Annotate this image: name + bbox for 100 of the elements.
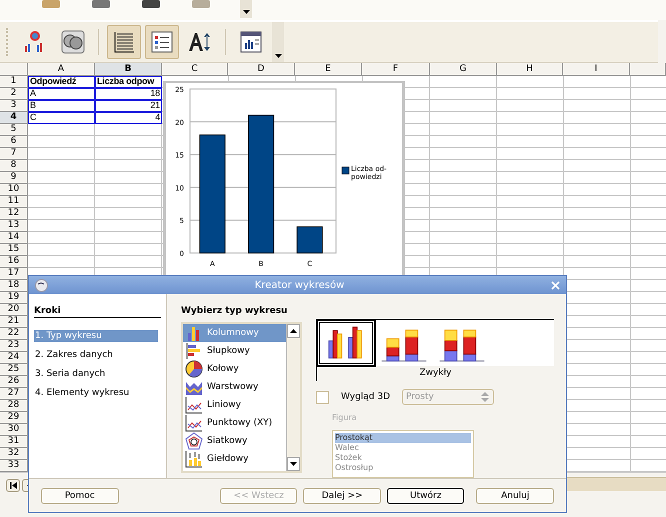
dialog-button[interactable]: Anuluj — [476, 488, 554, 504]
chart-bar — [296, 226, 323, 254]
text-scale-icon — [188, 30, 212, 54]
row-header[interactable]: 13 — [0, 220, 28, 232]
dialog-button[interactable]: Pomoc — [41, 488, 119, 504]
row-header[interactable]: 33 — [0, 460, 28, 472]
stock-chart-icon — [185, 450, 203, 468]
step-item[interactable]: 3. Seria danych — [34, 368, 158, 380]
row-header[interactable]: 24 — [0, 352, 28, 364]
row-header[interactable]: 3 — [0, 100, 28, 112]
column-header[interactable]: A — [28, 63, 95, 76]
column-header[interactable]: G — [430, 63, 497, 76]
first-icon — [10, 482, 16, 489]
chart-type-item[interactable]: Słupkowy — [183, 342, 286, 360]
chart-variant-option[interactable] — [317, 320, 375, 366]
row-header[interactable]: 20 — [0, 304, 28, 316]
overlap-circles-icon — [61, 30, 85, 54]
legend-swatch — [342, 166, 350, 174]
dialog-button[interactable]: Dalej >> — [303, 488, 381, 504]
row-header[interactable]: 17 — [0, 268, 28, 280]
row-header[interactable]: 26 — [0, 376, 28, 388]
row-header[interactable]: 29 — [0, 412, 28, 424]
column-header[interactable]: H — [497, 63, 563, 76]
step-item[interactable]: 4. Elementy wykresu — [34, 387, 158, 400]
column-header[interactable]: C — [162, 63, 228, 76]
toolbar-button[interactable] — [107, 25, 141, 59]
toolbar-icon[interactable] — [140, 0, 162, 10]
select-all-corner[interactable] — [0, 63, 28, 76]
table-cell: B — [28, 100, 95, 112]
table-cell: 21 — [95, 100, 162, 112]
caret-icon — [274, 54, 282, 58]
chart-type-heading: Wybierz typ wykresu — [181, 306, 288, 316]
line-chart-icon — [185, 396, 203, 414]
row-header[interactable]: 22 — [0, 328, 28, 340]
figure-label: Figura — [332, 413, 358, 422]
chart-type-item[interactable]: Liniowy — [183, 396, 286, 414]
chart-type-item[interactable]: Siatkowy — [183, 432, 286, 450]
toolbar-overflow-button[interactable] — [240, 0, 252, 18]
toolbar-overflow-button[interactable] — [272, 22, 284, 62]
caret-icon — [242, 10, 250, 14]
row-header[interactable]: 31 — [0, 436, 28, 448]
column-header[interactable]: B — [95, 63, 162, 76]
row-header[interactable]: 14 — [0, 232, 28, 244]
chart-type-list[interactable]: Kolumnowy Słupkowy Kołowy Warstwowy Liniowy Punktowy (XY) Siatkowy Giełdowy — [181, 322, 302, 474]
chart-data-table-icon — [239, 30, 263, 54]
horizontal-scrollbar[interactable] — [567, 477, 666, 491]
table-cell: A — [28, 88, 95, 100]
row-header[interactable]: 21 — [0, 316, 28, 328]
scroll-up-icon — [290, 329, 297, 334]
bar-chart-icon — [185, 342, 203, 360]
table-cell: Liczba odpow — [95, 76, 162, 88]
variant-caption: Zwykły — [418, 367, 452, 380]
row-header[interactable]: 9 — [0, 172, 28, 184]
row-header[interactable]: 30 — [0, 424, 28, 436]
chart-type-item[interactable]: Giełdowy — [183, 450, 286, 468]
toolbar-button[interactable] — [145, 25, 179, 59]
table-cell: C — [28, 112, 95, 124]
close-icon[interactable] — [551, 280, 560, 290]
chart-type-item[interactable]: Punktowy (XY) — [183, 414, 286, 432]
column-header[interactable]: E — [295, 63, 362, 76]
radar-chart-icon — [185, 432, 203, 450]
app-icon — [35, 278, 48, 292]
checkbox-label: Wygląd 3D — [341, 392, 390, 402]
dialog-button[interactable]: Utwórz — [386, 488, 464, 504]
row-header[interactable]: 15 — [0, 244, 28, 256]
row-header[interactable]: 11 — [0, 196, 28, 208]
row-header[interactable]: 4 — [0, 112, 28, 124]
row-header[interactable]: 8 — [0, 160, 28, 172]
row-header[interactable]: 28 — [0, 400, 28, 412]
chart-type-item[interactable]: Warstwowy — [183, 378, 286, 396]
row-header[interactable]: 5 — [0, 124, 28, 136]
row-header[interactable]: 10 — [0, 184, 28, 196]
row-header[interactable]: 23 — [0, 340, 28, 352]
table-cell: 4 — [95, 112, 162, 124]
first-sheet-button[interactable] — [6, 479, 20, 492]
column-header[interactable]: D — [228, 63, 295, 76]
row-header[interactable]: 32 — [0, 448, 28, 460]
row-header[interactable]: 6 — [0, 136, 28, 148]
column-header[interactable]: I — [563, 63, 630, 76]
row-header[interactable]: 2 — [0, 88, 28, 100]
column-header[interactable] — [630, 63, 666, 76]
steps-heading: Kroki — [34, 306, 161, 318]
grid-lines-icon — [112, 30, 136, 54]
vertical-scrollbar[interactable] — [286, 324, 300, 472]
row-header[interactable]: 7 — [0, 148, 28, 160]
chart-type-item[interactable]: Kołowy — [183, 360, 286, 378]
row-header[interactable]: 18 — [0, 280, 28, 292]
row-header[interactable]: 16 — [0, 256, 28, 268]
toolbar-icon[interactable] — [90, 0, 112, 10]
row-header[interactable]: 1 — [0, 76, 28, 88]
row-header[interactable]: 12 — [0, 208, 28, 220]
row-header[interactable]: 19 — [0, 292, 28, 304]
step-item[interactable]: 2. Zakres danych — [34, 349, 158, 362]
dialog-title: Kreator wykresów — [254, 280, 346, 291]
row-header[interactable]: 27 — [0, 388, 28, 400]
checkbox[interactable] — [316, 390, 329, 404]
row-header[interactable]: 25 — [0, 364, 28, 376]
table-cell: 18 — [95, 88, 162, 100]
column-header[interactable]: F — [362, 63, 430, 76]
scatter-chart-icon — [185, 414, 203, 432]
